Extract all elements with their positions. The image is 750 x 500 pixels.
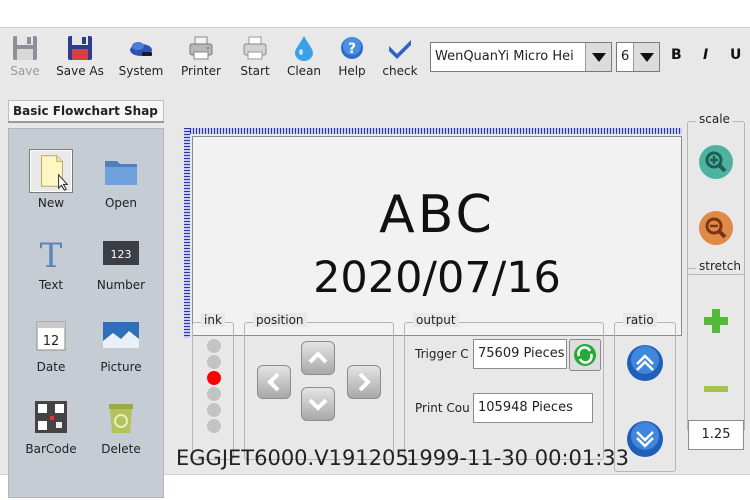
ink-level-dot — [207, 371, 221, 385]
svg-text:12: 12 — [43, 334, 60, 349]
move-right-button[interactable] — [347, 365, 381, 399]
folder-icon — [105, 161, 137, 185]
svg-text:123: 123 — [111, 248, 132, 261]
firmware-version: EGGJET6000.V191205 — [176, 446, 409, 470]
picture-tool[interactable]: Picture — [87, 309, 155, 381]
system-datetime: 1999-11-30 00:01:33 — [406, 446, 630, 470]
ink-title: ink — [201, 313, 225, 327]
new-tool[interactable]: New — [17, 145, 85, 217]
font-size-value: 6 — [621, 49, 630, 64]
output-group: output Trigger C 75609 Pieces Print Cou … — [404, 313, 604, 460]
chevron-down-icon[interactable] — [633, 43, 659, 71]
position-title: position — [253, 313, 307, 327]
italic-button[interactable]: I — [703, 47, 708, 63]
barcode-tool[interactable]: BarCode — [17, 391, 85, 463]
move-down-button[interactable] — [301, 387, 335, 421]
floppy-disk-red-icon — [68, 36, 92, 60]
printer-button[interactable]: Printer — [176, 34, 226, 82]
print-count-field[interactable]: 105948 Pieces — [473, 393, 593, 423]
ruler-vertical — [184, 128, 190, 338]
ratio-up-icon[interactable] — [625, 343, 665, 383]
system-tools-icon — [130, 42, 152, 56]
new-file-icon — [29, 149, 73, 193]
canvas-text-line-1[interactable]: ABC — [193, 185, 681, 245]
checkmark-icon — [389, 40, 411, 59]
ink-group: ink — [192, 313, 234, 460]
position-group: position — [244, 313, 394, 460]
help-button[interactable]: ? Help — [334, 34, 370, 82]
printer-icon — [189, 36, 213, 60]
reset-recycle-icon[interactable] — [569, 339, 601, 371]
chevron-down-icon — [308, 398, 328, 411]
open-tool[interactable]: Open — [87, 145, 155, 217]
water-drop-icon — [295, 36, 313, 61]
start-printer-icon — [243, 36, 267, 60]
move-left-button[interactable] — [257, 365, 291, 399]
app-window: Save Save As System Printer Start Clean … — [0, 27, 750, 498]
ink-level-dot — [207, 419, 221, 433]
picture-icon — [103, 322, 139, 348]
ratio-down-icon[interactable] — [625, 419, 665, 459]
number-tool[interactable]: 123 Number — [87, 227, 155, 299]
plus-icon[interactable] — [696, 301, 736, 341]
start-button[interactable]: Start — [236, 34, 274, 82]
recycle-bin-icon — [109, 404, 133, 433]
move-up-button[interactable] — [301, 341, 335, 375]
font-family-value: WenQuanYi Micro Hei — [435, 49, 574, 64]
output-title: output — [413, 313, 459, 327]
ink-level-dot — [207, 403, 221, 417]
stretch-group: stretch — [687, 259, 745, 432]
stretch-title: stretch — [696, 259, 744, 273]
ratio-title: ratio — [623, 313, 657, 327]
font-family-select[interactable]: WenQuanYi Micro Hei — [430, 42, 612, 72]
text-tool[interactable]: T Text — [17, 227, 85, 299]
ink-level-dot — [207, 339, 221, 353]
date-tool[interactable]: 12 Date — [17, 309, 85, 381]
chevron-right-icon — [358, 372, 371, 392]
zoom-in-icon[interactable] — [696, 142, 736, 182]
trigger-count-field[interactable]: 75609 Pieces — [473, 339, 567, 369]
save-as-button[interactable]: Save As — [54, 34, 106, 82]
clean-button[interactable]: Clean — [284, 34, 324, 82]
ink-level-dot — [207, 355, 221, 369]
chevron-down-icon[interactable] — [585, 43, 611, 71]
svg-text:?: ? — [348, 41, 356, 57]
zoom-out-icon[interactable] — [696, 208, 736, 248]
svg-text:T: T — [40, 236, 63, 275]
delete-tool[interactable]: Delete — [87, 391, 155, 463]
print-count-label: Print Cou — [415, 401, 470, 415]
canvas-text-line-2[interactable]: 2020/07/16 — [193, 253, 681, 303]
tool-panel: New Open T Text 123 Number 12 Date Pictu… — [8, 128, 164, 498]
chevron-left-icon — [267, 372, 280, 392]
scale-group: scale — [687, 112, 745, 275]
stretch-value-field[interactable]: 1.25 — [688, 420, 744, 450]
bold-button[interactable]: B — [671, 47, 682, 63]
help-icon: ? — [341, 37, 363, 59]
text-icon: T — [40, 236, 63, 275]
calendar-icon: 12 — [36, 321, 66, 351]
floppy-disk-icon — [13, 36, 37, 60]
tab-basic-flowchart[interactable]: Basic Flowchart Shap — [8, 100, 164, 122]
trigger-count-label: Trigger C — [415, 347, 469, 361]
qr-code-icon — [35, 401, 67, 433]
print-canvas[interactable]: ABC 2020/07/16 — [192, 136, 682, 336]
save-button[interactable]: Save — [6, 34, 44, 82]
ink-level-dot — [207, 387, 221, 401]
tab-divider — [8, 121, 164, 123]
font-size-select[interactable]: 6 — [616, 42, 660, 72]
scale-title: scale — [696, 112, 733, 126]
check-button[interactable]: check — [380, 34, 420, 82]
minus-icon[interactable] — [696, 369, 736, 409]
ruler-horizontal — [184, 128, 682, 134]
system-button[interactable]: System — [116, 34, 166, 82]
chevron-up-icon — [308, 351, 328, 364]
underline-button[interactable]: U — [730, 47, 741, 63]
number-icon: 123 — [103, 241, 139, 265]
